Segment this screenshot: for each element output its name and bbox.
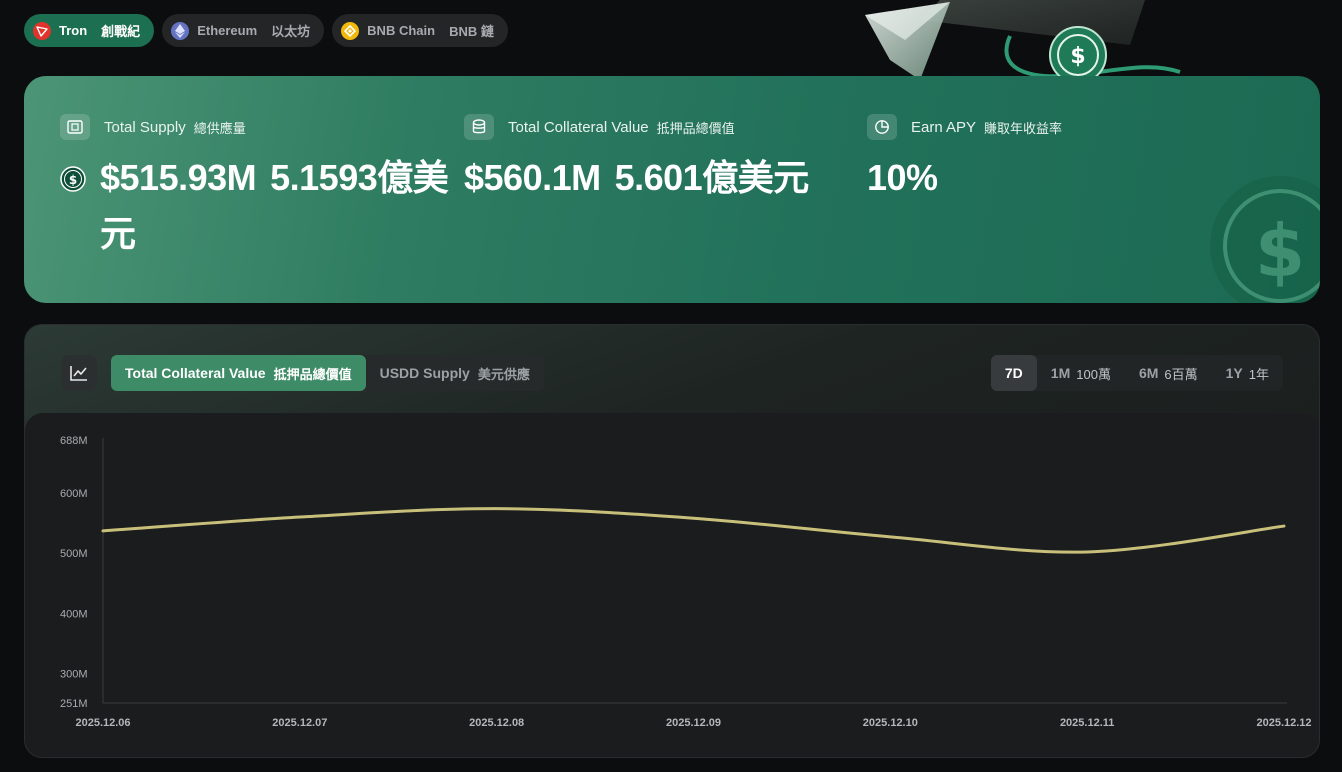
- stat-value-cn: 5.601億美元: [614, 157, 810, 198]
- range-7d[interactable]: 7D: [990, 355, 1037, 391]
- svg-text:$: $: [69, 173, 77, 187]
- svg-text:$: $: [1255, 209, 1305, 293]
- tab-label: Total Collateral Value: [125, 365, 266, 381]
- chain-tabs: Tron 創戰紀 Ethereum 以太坊 BNB Chain BNB 鏈: [24, 14, 508, 47]
- tab-total-collateral-value[interactable]: Total Collateral Value 抵押品總價值: [111, 355, 366, 391]
- range-label-cn: 1年: [1248, 366, 1269, 382]
- stat-label-cn: 賺取年收益率: [984, 120, 1063, 136]
- y-tick-label: 400M: [60, 608, 88, 620]
- range-label-cn: 6百萬: [1164, 366, 1198, 382]
- range-label: 6M: [1138, 365, 1159, 381]
- x-tick-label: 2025.12.07: [272, 717, 327, 729]
- chart-toolbar: Total Collateral Value 抵押品總價值 USDD Suppl…: [61, 355, 544, 391]
- ethereum-icon: [171, 21, 190, 40]
- line-chart-icon[interactable]: [61, 355, 97, 391]
- x-tick-label: 2025.12.09: [666, 717, 721, 729]
- stat-label: Total Collateral Value: [508, 118, 649, 136]
- x-tick-label: 2025.12.10: [863, 717, 918, 729]
- chart-panel: Total Collateral Value 抵押品總價值 USDD Suppl…: [24, 324, 1320, 758]
- stat-label: Total Supply: [104, 118, 186, 136]
- y-tick-label: 251M: [60, 698, 88, 710]
- chain-label: Ethereum: [197, 23, 258, 38]
- metric-tabs: Total Collateral Value 抵押品總價值 USDD Suppl…: [111, 355, 544, 391]
- stat-earn-apy: Earn APY 賺取年收益率: [867, 114, 1062, 140]
- line-chart: 688M 600M 500M 400M 300M 251M 2025.12.06 2025.1…: [60, 435, 1312, 729]
- chain-label-cn: BNB 鏈: [449, 24, 494, 39]
- stat-value-total-collateral: $560.1M 5.601億美元: [464, 150, 864, 206]
- database-icon: [464, 114, 494, 140]
- chain-tab-tron[interactable]: Tron 創戰紀: [24, 14, 155, 47]
- chain-label-cn: 創戰紀: [101, 24, 141, 39]
- x-tick-label: 2025.12.08: [469, 717, 524, 729]
- y-tick-label: 500M: [60, 548, 88, 560]
- range-label: 1M: [1050, 365, 1071, 381]
- stat-value: $560.1M: [464, 157, 601, 198]
- usdd-coin-icon: $: [60, 166, 86, 197]
- stat-label-cn: 抵押品總價值: [656, 120, 735, 136]
- x-tick-label: 2025.12.11: [1060, 717, 1114, 729]
- range-1m[interactable]: 1M 100萬: [1037, 355, 1125, 391]
- supply-icon: [60, 114, 90, 140]
- chain-tab-bnb[interactable]: BNB Chain BNB 鏈: [332, 14, 508, 47]
- chart-plot-area: 688M 600M 500M 400M 300M 251M 2025.12.06 2025.1…: [25, 413, 1319, 757]
- tab-label: USDD Supply: [379, 365, 470, 381]
- tron-icon: [33, 21, 51, 40]
- y-tick-label: 300M: [60, 669, 88, 681]
- tab-usdd-supply[interactable]: USDD Supply 美元供應: [366, 355, 544, 391]
- svg-text:$: $: [1070, 44, 1085, 69]
- range-label-cn: 100萬: [1076, 366, 1111, 382]
- y-tick-label: 600M: [60, 488, 88, 500]
- chain-label: Tron: [59, 23, 88, 38]
- stats-card: Total Supply 總供應量 $ $515.93M 5.1593億美元 To…: [24, 76, 1320, 303]
- pie-chart-icon: [867, 114, 897, 140]
- stat-label-cn: 總供應量: [193, 120, 246, 136]
- stat-total-supply: Total Supply 總供應量: [60, 114, 246, 140]
- chain-label: BNB Chain: [367, 23, 436, 38]
- range-label: 7D: [1004, 365, 1023, 381]
- stat-value-total-supply: $515.93M 5.1593億美元: [100, 150, 470, 262]
- range-6m[interactable]: 6M 6百萬: [1125, 355, 1212, 391]
- usdd-coin-decoration: $: [1180, 176, 1320, 303]
- chain-label-cn: 以太坊: [271, 24, 311, 39]
- stat-total-collateral: Total Collateral Value 抵押品總價值: [464, 114, 735, 140]
- chain-tab-ethereum[interactable]: Ethereum 以太坊: [162, 14, 325, 47]
- series-line: [101, 507, 1286, 554]
- stat-value: 10%: [867, 157, 938, 198]
- bnb-icon: [341, 21, 360, 40]
- y-tick-label: 688M: [60, 435, 88, 447]
- stat-value-earn-apy: 10%: [867, 150, 938, 206]
- x-tick-label: 2025.12.12: [1256, 717, 1311, 729]
- tab-label-cn: 抵押品總價值: [273, 366, 352, 382]
- stat-label: Earn APY: [911, 118, 977, 136]
- tab-label-cn: 美元供應: [477, 366, 530, 382]
- range-tabs: 7D 1M 100萬 6M 6百萬 1Y 1年: [990, 355, 1283, 391]
- stat-value: $515.93M: [100, 157, 257, 198]
- x-tick-label: 2025.12.06: [75, 717, 130, 729]
- range-1y[interactable]: 1Y 1年: [1212, 355, 1283, 391]
- range-label: 1Y: [1225, 365, 1243, 381]
